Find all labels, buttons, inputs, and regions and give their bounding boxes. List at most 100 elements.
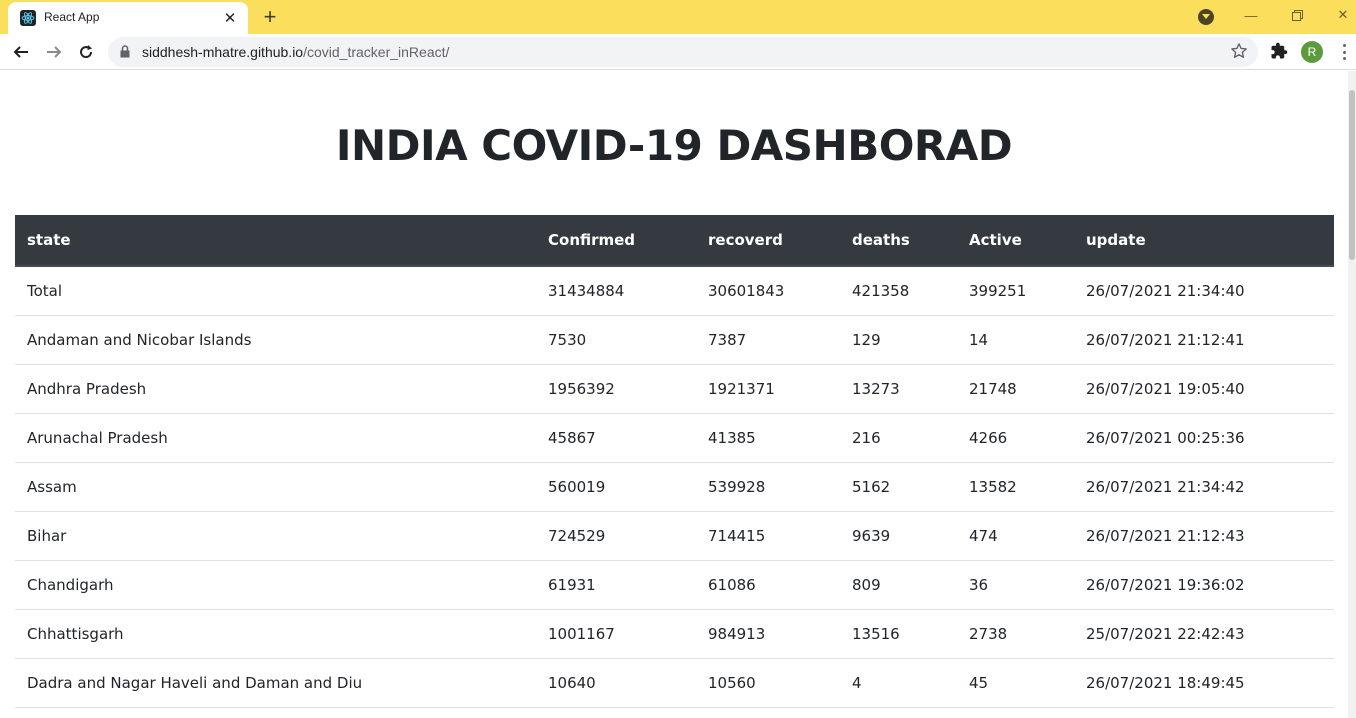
cell-recovered: 714415	[696, 511, 840, 561]
profile-initial: R	[1307, 45, 1317, 59]
url-text[interactable]: siddhesh-mhatre.github.io/covid_tracker_…	[142, 44, 449, 60]
cell-state: Andhra Pradesh	[15, 364, 536, 414]
cell-recovered: 539928	[696, 462, 840, 512]
header-recovered: recoverd	[696, 215, 840, 267]
table-row: Andhra Pradesh 1956392 1921371 13273 21748 26…	[15, 364, 1334, 414]
cell-state: Bihar	[15, 511, 536, 561]
profile-avatar[interactable]: R	[1301, 41, 1323, 63]
cell-active: 474	[957, 511, 1074, 561]
cell-update: 26/07/2021 19:05:40	[1074, 364, 1334, 414]
header-update: update	[1074, 215, 1334, 267]
cell-update: 26/07/2021 21:34:40	[1074, 266, 1334, 316]
cell-deaths: 421358	[840, 266, 957, 316]
cell-active: 4266	[957, 413, 1074, 463]
cell-active: 14	[957, 315, 1074, 365]
cell-confirmed: 724529	[536, 511, 696, 561]
react-logo-icon	[20, 10, 36, 26]
title-strong: INDIA	[335, 121, 468, 170]
header-state: state	[15, 215, 536, 267]
new-tab-icon[interactable]: +	[258, 5, 282, 29]
header-active: Active	[957, 215, 1074, 267]
cell-state: Assam	[15, 462, 536, 512]
cell-deaths: 4	[840, 658, 957, 708]
cell-active: 21748	[957, 364, 1074, 414]
cell-active: 45	[957, 658, 1074, 708]
address-bar[interactable]: siddhesh-mhatre.github.io/covid_tracker_…	[108, 37, 1258, 67]
browser-toolbar: siddhesh-mhatre.github.io/covid_tracker_…	[0, 34, 1356, 70]
cell-recovered: 984913	[696, 609, 840, 659]
cell-confirmed: 10640	[536, 658, 696, 708]
url-path: /covid_tracker_inReact/	[303, 44, 450, 60]
cell-recovered: 61086	[696, 560, 840, 610]
cell-state: Arunachal Pradesh	[15, 413, 536, 463]
close-window-icon[interactable]: ✕	[1328, 4, 1356, 26]
browser-tab-bar: React App ✕ + — ✕	[0, 0, 1356, 34]
cell-update: 26/07/2021 21:12:41	[1074, 315, 1334, 365]
cell-deaths: 13516	[840, 609, 957, 659]
tab-search-icon[interactable]	[1198, 9, 1214, 25]
cell-deaths: 129	[840, 315, 957, 365]
back-arrow-icon[interactable]	[9, 40, 33, 64]
table-row: Andaman and Nicobar Islands 7530 7387 129 14…	[15, 315, 1334, 365]
tab-title: React App	[44, 10, 100, 24]
cell-recovered: 41385	[696, 413, 840, 463]
page-scrollbar[interactable]	[1348, 71, 1356, 718]
browser-menu-icon[interactable]	[1336, 42, 1352, 62]
table-row: Bihar 724529 714415 9639 474 26/07/2021 21:12…	[15, 511, 1334, 561]
cell-update: 26/07/2021 18:49:45	[1074, 658, 1334, 708]
table-row: Assam 560019 539928 5162 13582 26/07/2021 21:…	[15, 462, 1334, 512]
cell-recovered: 30601843	[696, 266, 840, 316]
page-viewport: INDIA COVID-19 DASHBORAD state Confirmed…	[0, 71, 1356, 718]
header-deaths: deaths	[840, 215, 957, 267]
table-header-row: state Confirmed recoverd deaths Active u…	[15, 215, 1334, 267]
cell-deaths: 809	[840, 560, 957, 610]
cell-confirmed: 31434884	[536, 266, 696, 316]
browser-tab[interactable]: React App ✕	[8, 2, 248, 34]
cell-recovered: 10560	[696, 658, 840, 708]
cell-update: 25/07/2021 22:42:43	[1074, 609, 1334, 659]
cell-confirmed: 560019	[536, 462, 696, 512]
table-row: Dadra and Nagar Haveli and Daman and Diu…	[15, 658, 1334, 708]
forward-arrow-icon[interactable]	[42, 40, 66, 64]
cell-confirmed: 45867	[536, 413, 696, 463]
url-host: siddhesh-mhatre.github.io	[142, 44, 304, 60]
cell-state: Dadra and Nagar Haveli and Daman and Diu	[15, 658, 536, 708]
cell-active: 399251	[957, 266, 1074, 316]
bookmark-star-icon[interactable]	[1230, 42, 1248, 65]
cell-recovered: 1921371	[696, 364, 840, 414]
cell-update: 26/07/2021 21:12:43	[1074, 511, 1334, 561]
cell-active: 36	[957, 560, 1074, 610]
table-row: Total 31434884 30601843 421358 399251 26/07/2…	[15, 266, 1334, 316]
cell-confirmed: 7530	[536, 315, 696, 365]
page-title: INDIA COVID-19 DASHBORAD	[0, 121, 1348, 170]
restore-icon[interactable]	[1282, 4, 1312, 26]
cell-confirmed: 1001167	[536, 609, 696, 659]
table-row: Chandigarh 61931 61086 809 36 26/07/2021 19:3…	[15, 560, 1334, 610]
cell-update: 26/07/2021 19:36:02	[1074, 560, 1334, 610]
cell-recovered: 7387	[696, 315, 840, 365]
cell-state: Andaman and Nicobar Islands	[15, 315, 536, 365]
extensions-puzzle-icon[interactable]	[1270, 42, 1288, 65]
cell-deaths: 9639	[840, 511, 957, 561]
minimize-icon[interactable]: —	[1236, 4, 1266, 26]
close-tab-icon[interactable]: ✕	[220, 8, 240, 28]
table-body: Total 31434884 30601843 421358 399251 26/07/2…	[15, 266, 1334, 708]
cell-deaths: 13273	[840, 364, 957, 414]
cell-state: Chandigarh	[15, 560, 536, 610]
cell-state: Total	[15, 266, 536, 316]
cell-update: 26/07/2021 00:25:36	[1074, 413, 1334, 463]
lock-icon[interactable]	[120, 45, 130, 63]
scrollbar-thumb[interactable]	[1349, 90, 1355, 260]
cell-state: Chhattisgarh	[15, 609, 536, 659]
reload-icon[interactable]	[74, 40, 98, 64]
cell-confirmed: 61931	[536, 560, 696, 610]
covid-state-table: state Confirmed recoverd deaths Active u…	[15, 215, 1334, 708]
cell-active: 13582	[957, 462, 1074, 512]
cell-deaths: 5162	[840, 462, 957, 512]
cell-update: 26/07/2021 21:34:42	[1074, 462, 1334, 512]
table-row: Chhattisgarh 1001167 984913 13516 2738 25/07/…	[15, 609, 1334, 659]
cell-confirmed: 1956392	[536, 364, 696, 414]
cell-active: 2738	[957, 609, 1074, 659]
table-row: Arunachal Pradesh 45867 41385 216 4266 26/07/…	[15, 413, 1334, 463]
header-confirmed: Confirmed	[536, 215, 696, 267]
